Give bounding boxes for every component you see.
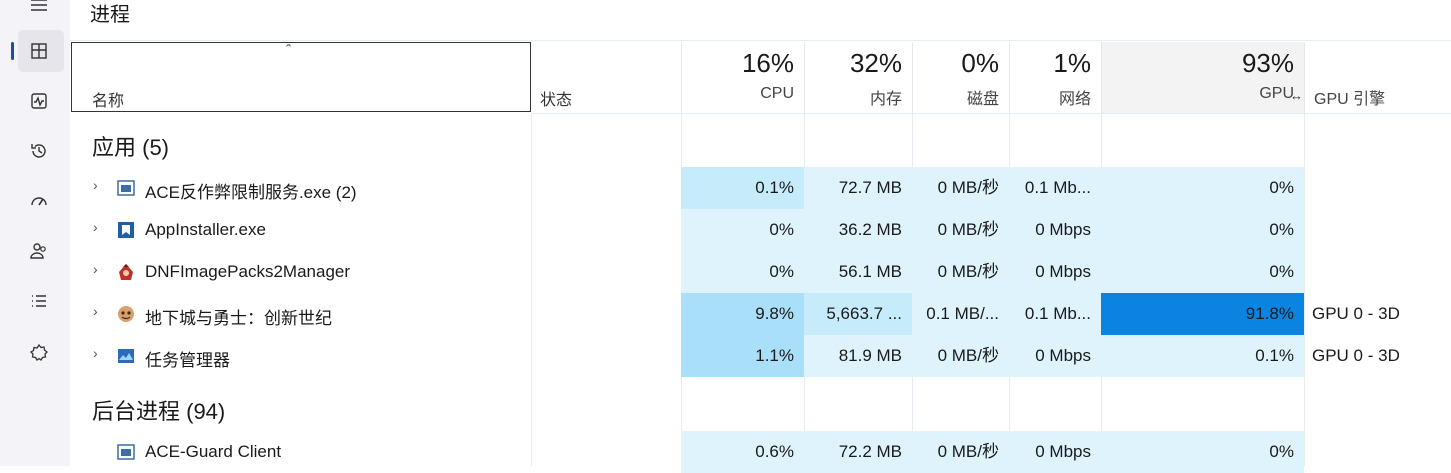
cpu-label: CPU [760, 85, 794, 102]
cpu-total-percent: 16% [741, 48, 794, 78]
network-cell: 0 Mbps [1009, 335, 1101, 377]
memory-label: 内存 [869, 91, 902, 108]
group-header-background[interactable]: 后台进程 (94) [92, 394, 225, 426]
column-name-label: 名称 [92, 93, 125, 110]
hamburger-menu-icon[interactable] [26, 0, 52, 18]
group-header-apps[interactable]: 应用 (5) [92, 130, 169, 162]
gpu-cell: 0% [1101, 431, 1304, 473]
gpu-cell: 0% [1101, 209, 1304, 251]
cpu-cell: 0.6% [681, 431, 804, 473]
dnf-character-icon [119, 264, 133, 280]
network-cell: 0.1 Mb... [1009, 293, 1101, 335]
gpu-total-percent: 93% [1241, 48, 1294, 78]
memory-total-percent: 32% [849, 48, 902, 78]
expand-chevron-icon[interactable]: › [93, 345, 98, 361]
network-cell: 0.1 Mb... [1009, 167, 1101, 209]
memory-cell: 5,663.7 ... [804, 293, 912, 335]
expand-chevron-icon[interactable]: › [93, 261, 98, 277]
application-window-icon [117, 444, 135, 460]
memory-cell: 36.2 MB [804, 209, 912, 251]
network-cell: 0 Mbps [1009, 209, 1101, 251]
network-label: 网络 [1058, 91, 1091, 108]
process-row[interactable]: › ACE反作弊限制服务.exe (2) 0.1% 72.7 MB 0 MB/秒… [71, 167, 1451, 209]
column-header-cpu[interactable]: 16% CPU [681, 42, 804, 114]
disk-cell: 0.1 MB/... [912, 293, 1009, 335]
network-cell: 0 Mbps [1009, 251, 1101, 293]
app-installer-icon [118, 222, 134, 238]
column-header-network[interactable]: 1% 网络 [1009, 42, 1101, 114]
disk-cell: 0 MB/秒 [912, 431, 1009, 473]
sort-ascending-icon: ˆ [286, 43, 292, 60]
process-name: ACE-Guard Client [145, 442, 282, 461]
performance-icon[interactable] [26, 88, 52, 114]
memory-cell: 72.2 MB [804, 431, 912, 473]
application-window-icon [117, 180, 135, 196]
column-header-memory[interactable]: 32% 内存 [804, 42, 912, 114]
expand-chevron-icon[interactable]: › [93, 303, 98, 319]
process-name: 任务管理器 [145, 351, 230, 370]
disk-label: 磁盘 [966, 91, 999, 108]
page-title: 进程 [90, 4, 130, 26]
header-bottom-divider [531, 113, 1451, 114]
process-row[interactable]: › DNFImagePacks2Manager 0% 56.1 MB 0 MB/… [71, 251, 1451, 293]
disk-cell: 0 MB/秒 [912, 251, 1009, 293]
column-resize-icon[interactable]: ↔ [1290, 88, 1303, 103]
gpu-cell: 0.1% [1101, 335, 1304, 377]
details-icon[interactable] [26, 288, 52, 314]
memory-cell: 72.7 MB [804, 167, 912, 209]
dnf-game-icon [118, 306, 134, 322]
disk-total-percent: 0% [961, 48, 999, 78]
network-cell: 0 Mbps [1009, 431, 1101, 473]
column-header-status[interactable]: 状态 [540, 86, 572, 110]
memory-cell: 56.1 MB [804, 251, 912, 293]
disk-cell: 0 MB/秒 [912, 335, 1009, 377]
gpu-cell: 91.8% [1101, 293, 1304, 335]
gpu-engine-cell: GPU 0 - 3D [1312, 304, 1400, 323]
task-manager-icon [118, 349, 134, 363]
gpu-cell: 0% [1101, 167, 1304, 209]
memory-cell: 81.9 MB [804, 335, 912, 377]
cpu-cell: 0% [681, 209, 804, 251]
process-row[interactable]: › AppInstaller.exe 0% 36.2 MB 0 MB/秒 0 M… [71, 209, 1451, 251]
column-header-disk[interactable]: 0% 磁盘 [912, 42, 1009, 114]
header-top-divider [70, 40, 1451, 41]
process-row[interactable]: › 任务管理器 1.1% 81.9 MB 0 MB/秒 0 Mbps 0.1% … [71, 335, 1451, 377]
process-row[interactable]: › 地下城与勇士：创新世纪 9.8% 5,663.7 ... 0.1 MB/..… [71, 293, 1451, 335]
services-icon[interactable] [26, 340, 52, 366]
startup-apps-icon[interactable] [26, 188, 52, 214]
gpu-engine-label: GPU 引擎 [1314, 91, 1386, 108]
gpu-label: GPU [1259, 85, 1294, 102]
gpu-engine-cell: GPU 0 - 3D [1312, 346, 1400, 365]
gpu-cell: 0% [1101, 251, 1304, 293]
app-history-icon[interactable] [26, 138, 52, 164]
expand-chevron-icon[interactable]: › [93, 219, 98, 235]
cpu-cell: 0% [681, 251, 804, 293]
process-name: DNFImagePacks2Manager [145, 262, 351, 281]
disk-cell: 0 MB/秒 [912, 209, 1009, 251]
process-name: AppInstaller.exe [145, 220, 266, 239]
column-header-gpu[interactable]: 93% GPU [1101, 42, 1304, 114]
column-header-gpu-engine[interactable]: GPU 引擎 [1304, 42, 1451, 114]
process-name: 地下城与勇士：创新世纪 [145, 309, 332, 328]
selected-nav-indicator [11, 42, 14, 60]
expand-chevron-icon[interactable]: › [93, 177, 98, 193]
cpu-cell: 0.1% [681, 167, 804, 209]
cpu-cell: 1.1% [681, 335, 804, 377]
processes-icon[interactable] [26, 38, 52, 64]
process-name: ACE反作弊限制服务.exe (2) [145, 183, 357, 202]
network-total-percent: 1% [1053, 48, 1091, 78]
process-row[interactable]: ACE-Guard Client 0.6% 72.2 MB 0 MB/秒 0 M… [71, 431, 1451, 473]
users-icon[interactable] [26, 238, 52, 264]
disk-cell: 0 MB/秒 [912, 167, 1009, 209]
cpu-cell: 9.8% [681, 293, 804, 335]
column-header-name[interactable]: ˆ 名称 [71, 42, 531, 112]
navigation-rail [0, 0, 70, 466]
